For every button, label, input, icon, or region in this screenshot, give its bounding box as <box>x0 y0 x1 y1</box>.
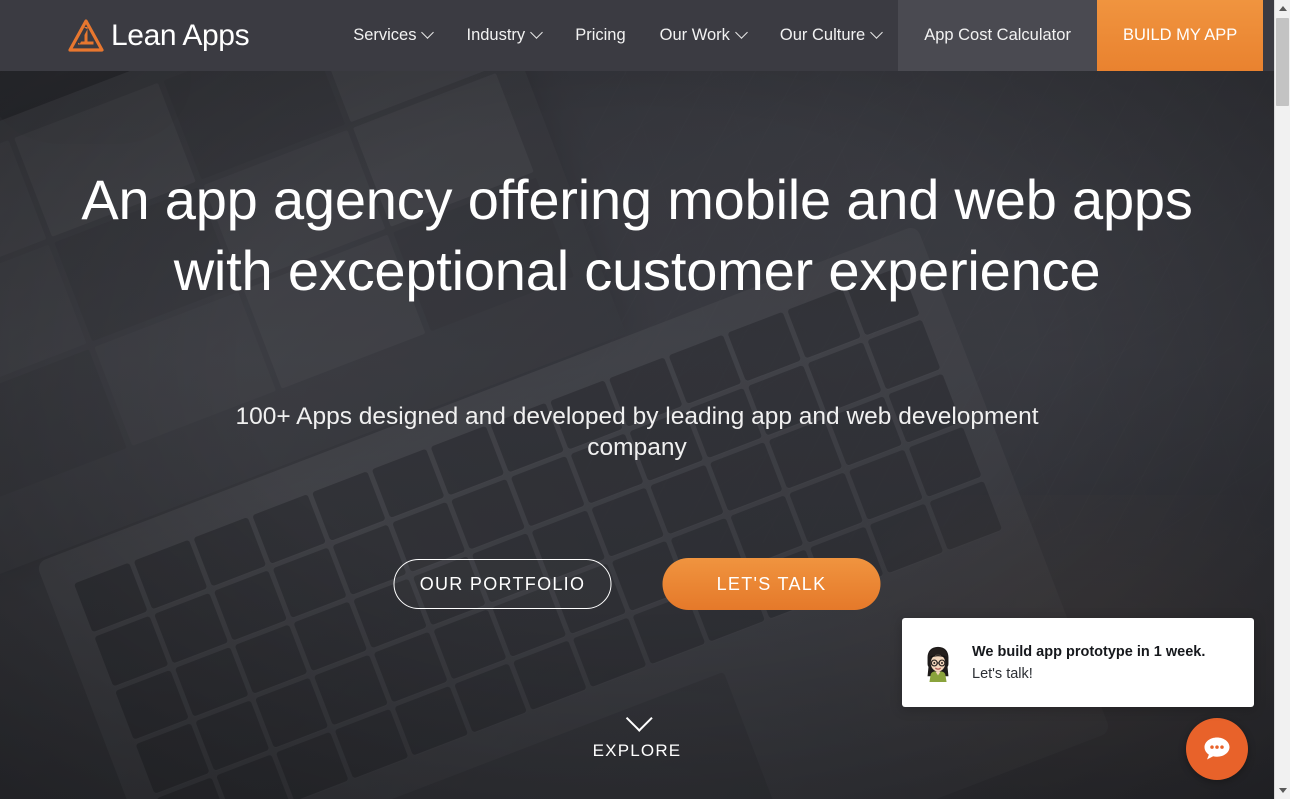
build-my-app-label: BUILD MY APP <box>1122 26 1238 44</box>
page-title: An app agency offering mobile and web ap… <box>81 168 1193 302</box>
hero-subtitle: 100+ Apps designed and developed by lead… <box>235 403 1039 461</box>
agent-avatar-woman-with-glasses-icon <box>927 646 949 682</box>
nav-item-label: Services <box>353 26 417 44</box>
chat-greeting-tooltip[interactable]: We build app prototype in 1 week. Let's … <box>902 618 1254 707</box>
page-content: Lean Apps Services Industry Pricing Our … <box>0 0 1274 799</box>
lean-apps-triangle-logo-icon <box>68 18 104 52</box>
nav-item-our-culture[interactable]: Our Culture <box>763 0 898 71</box>
explore-scroll-indicator[interactable]: EXPLORE <box>592 704 682 761</box>
logo-text: Lean Apps <box>111 18 250 52</box>
chat-launcher-button[interactable] <box>1186 718 1248 780</box>
scroll-up-arrow-icon[interactable] <box>1275 0 1290 17</box>
chevron-down-icon <box>625 704 653 732</box>
scroll-down-arrow-icon[interactable] <box>1275 782 1290 799</box>
logo[interactable]: Lean Apps <box>68 0 250 71</box>
hero-cta-group: OUR PORTFOLIO LET'S TALK <box>393 558 881 610</box>
chat-bubble-icon <box>1204 737 1230 760</box>
site-header: Lean Apps Services Industry Pricing Our … <box>0 0 1274 71</box>
main-navigation: Services Industry Pricing Our Work Our C… <box>336 0 1264 71</box>
nav-item-app-cost-calculator[interactable]: App Cost Calculator <box>898 0 1097 71</box>
vertical-scrollbar[interactable] <box>1274 0 1290 799</box>
chevron-down-icon <box>421 26 435 39</box>
chevron-down-icon <box>870 26 884 39</box>
nav-item-label: App Cost Calculator <box>924 26 1071 44</box>
lets-talk-button[interactable]: LET'S TALK <box>662 558 881 610</box>
our-portfolio-button[interactable]: OUR PORTFOLIO <box>393 559 612 609</box>
nav-item-label: Our Work <box>659 26 730 44</box>
chat-message-plain: Let's talk! <box>972 665 1033 682</box>
nav-item-services[interactable]: Services <box>336 0 449 71</box>
nav-item-pricing[interactable]: Pricing <box>558 0 642 71</box>
scroll-thumb[interactable] <box>1276 18 1289 106</box>
browser-viewport: Lean Apps Services Industry Pricing Our … <box>0 0 1290 799</box>
chevron-down-icon <box>735 26 748 39</box>
nav-item-label: Industry <box>466 26 526 44</box>
nav-item-label: Pricing <box>575 26 626 44</box>
nav-item-our-work[interactable]: Our Work <box>643 0 763 71</box>
build-my-app-button[interactable]: BUILD MY APP <box>1096 0 1264 71</box>
explore-label: EXPLORE <box>592 741 682 760</box>
nav-item-label: Our Culture <box>779 26 866 44</box>
chat-message-bold: We build app prototype in 1 week. <box>972 643 1206 660</box>
chevron-down-icon <box>530 26 544 39</box>
nav-item-industry[interactable]: Industry <box>449 0 558 71</box>
chat-message: We build app prototype in 1 week. Let's … <box>972 643 1205 683</box>
